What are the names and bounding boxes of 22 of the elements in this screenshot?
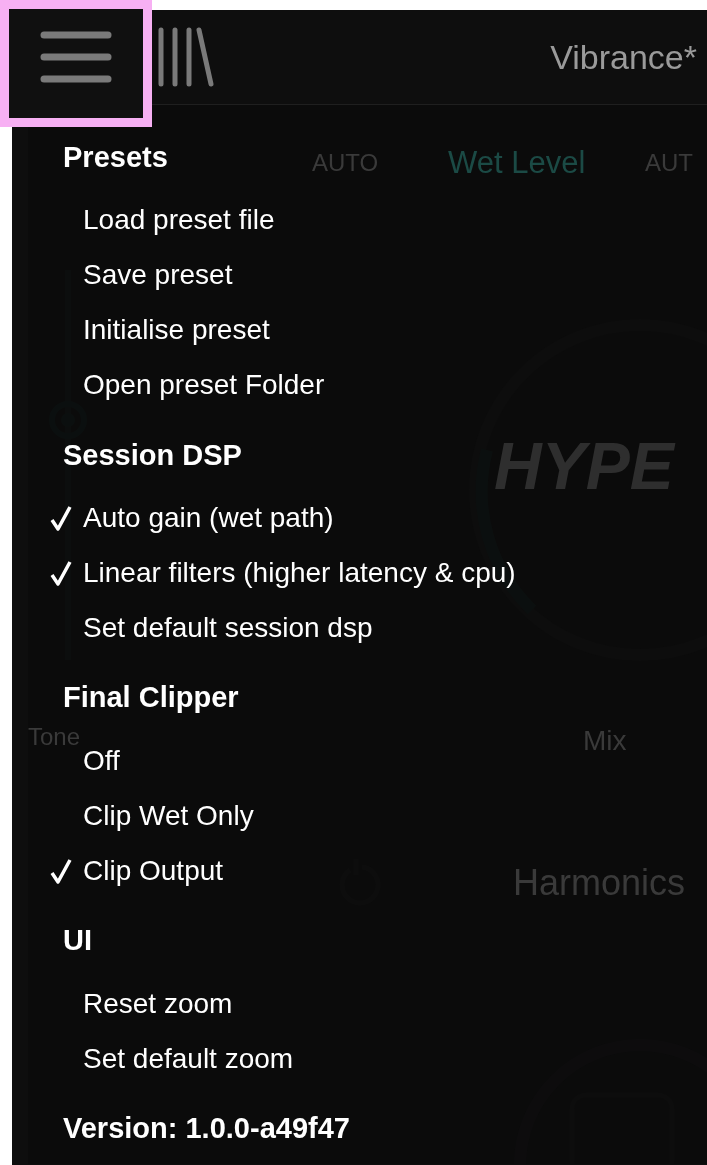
logo-icon (157, 26, 215, 88)
menu-item[interactable]: Initialise preset (28, 310, 270, 350)
menu-item[interactable]: Set default zoom (28, 1039, 294, 1079)
menu-button[interactable] (0, 0, 152, 127)
menu-section-heading: Session DSP (63, 437, 242, 473)
menu-item[interactable]: Clip Wet Only (28, 796, 254, 836)
menu-item[interactable]: Off (28, 741, 120, 781)
menu-item[interactable]: Reset zoom (28, 984, 233, 1024)
menu-section-heading: Presets (63, 140, 168, 175)
menu-item[interactable]: Set default session dsp (28, 608, 373, 648)
menu-item[interactable]: Auto gain (wet path) (28, 498, 334, 538)
preset-title: Vibrance* (550, 37, 697, 77)
menu-section-heading: Final Clipper (63, 680, 239, 716)
menu-section-heading: UI (63, 923, 92, 959)
menu-item[interactable]: Open preset Folder (28, 365, 325, 405)
control-label: Wet Level (448, 147, 586, 178)
version-text: Version: 1.0.0-a49f47 (63, 1111, 350, 1147)
menu-item[interactable]: Load preset file (28, 201, 275, 240)
menu-item[interactable]: Clip Output (28, 851, 224, 891)
menu-item[interactable]: Linear filters (higher latency & cpu) (28, 553, 516, 593)
menu-item[interactable]: Save preset (28, 255, 233, 295)
menu-icon (40, 29, 112, 84)
